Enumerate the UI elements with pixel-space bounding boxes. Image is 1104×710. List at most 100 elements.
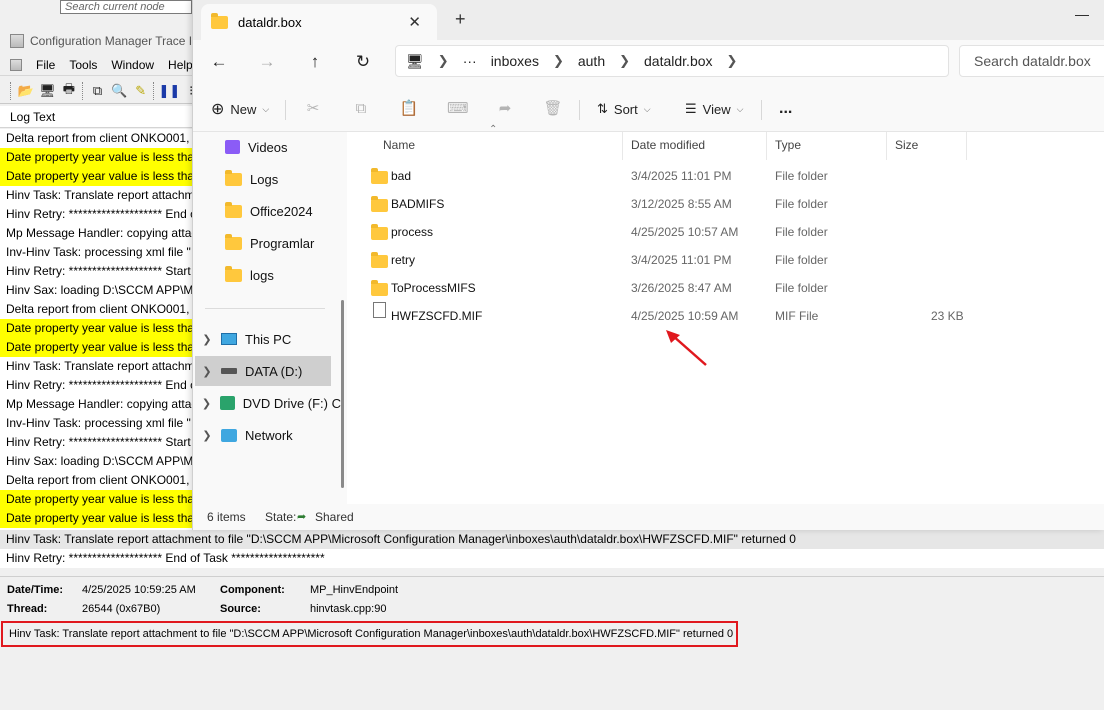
log-row-highlighted[interactable]: Date property year value is less thar bbox=[0, 490, 200, 509]
log-row[interactable]: Hinv Sax: loading D:\SCCM APP\Mi bbox=[0, 452, 200, 471]
log-row[interactable]: Hinv Sax: loading D:\SCCM APP\Mi bbox=[0, 281, 200, 300]
cut-icon[interactable]: ✂ bbox=[303, 99, 323, 119]
app-icon bbox=[10, 34, 24, 48]
refresh-icon[interactable]: ↻ bbox=[351, 50, 375, 74]
breadcrumb-inboxes[interactable]: inboxes bbox=[491, 53, 539, 69]
minimize-icon[interactable]: — bbox=[1075, 6, 1089, 22]
more-options-button[interactable]: ... bbox=[779, 98, 792, 120]
log-row[interactable]: Hinv Retry: ******************** Start bbox=[0, 262, 200, 281]
nav-scrollbar[interactable] bbox=[341, 300, 344, 488]
log-row[interactable]: Mp Message Handler: copying attac bbox=[0, 224, 200, 243]
log-row[interactable]: Inv-Hinv Task: processing xml file " bbox=[0, 243, 200, 262]
forward-icon[interactable]: → bbox=[255, 50, 279, 74]
menu-file[interactable]: File bbox=[36, 58, 55, 72]
network-icon bbox=[221, 428, 237, 442]
column-header-type[interactable]: Type bbox=[767, 132, 887, 160]
file-row-bad[interactable]: bad 3/4/2025 11:01 PM File folder bbox=[355, 162, 1095, 190]
view-button[interactable]: ☰ View ⌵ bbox=[685, 98, 743, 120]
search-node-input[interactable]: Search current node bbox=[60, 0, 192, 14]
toolbar-divider-2 bbox=[153, 81, 156, 100]
copy-icon[interactable]: ⧉ bbox=[351, 99, 371, 119]
nav-item-office2024[interactable]: Office2024 bbox=[225, 196, 313, 226]
open-remote-icon[interactable]: 🖥 bbox=[39, 82, 57, 100]
chevron-right-icon: ❯ bbox=[619, 53, 631, 68]
thread-label: Thread: bbox=[7, 603, 48, 615]
delete-icon[interactable]: 🗑 bbox=[543, 99, 563, 119]
view-label: View bbox=[702, 101, 731, 117]
file-row-retry[interactable]: retry 3/4/2025 11:01 PM File folder bbox=[355, 246, 1095, 274]
copy-icon[interactable]: ⧉ bbox=[89, 82, 107, 100]
highlight-icon[interactable]: ✎ bbox=[132, 82, 150, 100]
log-row[interactable]: Hinv Task: Translate report attachm bbox=[0, 186, 200, 205]
log-row[interactable]: Delta report from client ONKO001, a bbox=[0, 300, 200, 319]
find-icon[interactable]: 🔍 bbox=[110, 82, 128, 100]
nav-item-programlar[interactable]: Programlar bbox=[225, 228, 314, 258]
chevron-right-icon[interactable]: ❯ bbox=[201, 397, 212, 410]
breadcrumb-dataldr[interactable]: dataldr.box bbox=[644, 53, 713, 69]
sort-button[interactable]: ⇅ Sort ⌵ bbox=[597, 98, 651, 120]
file-row-process[interactable]: process 4/25/2025 10:57 AM File folder bbox=[355, 218, 1095, 246]
chevron-right-icon[interactable]: ❯ bbox=[201, 333, 213, 346]
menu-tools[interactable]: Tools bbox=[69, 58, 97, 72]
column-header-name[interactable]: Name bbox=[375, 132, 623, 160]
nav-item-videos[interactable]: Videos 📌 bbox=[225, 132, 363, 162]
log-message-detail: Hinv Task: Translate report attachment t… bbox=[1, 621, 738, 647]
nav-item-logs-lower[interactable]: logs bbox=[225, 260, 274, 290]
pause-icon[interactable]: ❚❚ bbox=[159, 82, 181, 100]
command-divider bbox=[285, 100, 286, 120]
folder-icon bbox=[371, 168, 388, 184]
log-row-highlighted[interactable]: Date property year value is less thar bbox=[0, 167, 200, 186]
nav-item-network[interactable]: ❯ Network bbox=[201, 420, 331, 450]
open-folder-icon[interactable]: 📂 bbox=[17, 82, 35, 100]
paste-icon[interactable]: 📋 bbox=[399, 99, 419, 119]
chevron-right-icon[interactable]: ❯ bbox=[727, 53, 738, 69]
chevron-right-icon[interactable]: ❯ bbox=[201, 365, 213, 378]
file-row-hwfzscfd-mif[interactable]: HWFZSCFD.MIF 4/25/2025 10:59 AM MIF File 23… bbox=[355, 302, 1095, 330]
new-button[interactable]: ⊕ New ⌵ bbox=[211, 98, 269, 120]
address-bar[interactable]: 🖥 ❯ ··· inboxes ❯ auth ❯ dataldr.box ❯ bbox=[395, 45, 949, 77]
share-icon[interactable]: ➦ bbox=[495, 99, 515, 119]
breadcrumb-auth[interactable]: auth bbox=[578, 53, 605, 69]
column-header-date[interactable]: Date modified bbox=[623, 132, 767, 160]
print-icon[interactable]: 🖶 bbox=[60, 81, 78, 100]
nav-label: Office2024 bbox=[250, 203, 313, 219]
log-row[interactable]: Mp Message Handler: copying attac bbox=[0, 395, 200, 414]
nav-item-data-d[interactable]: ❯ DATA (D:) bbox=[195, 356, 331, 386]
log-row[interactable]: Delta report from client ONKO001, a bbox=[0, 471, 200, 490]
log-row[interactable]: Hinv Retry: ******************** End c bbox=[0, 205, 200, 224]
log-row-highlighted[interactable]: Date property year value is less thar bbox=[0, 148, 200, 167]
nav-item-dvd-drive[interactable]: ❯ DVD Drive (F:) C bbox=[201, 388, 341, 418]
log-row[interactable]: Delta report from client ONKO001, a bbox=[0, 129, 200, 148]
search-input[interactable]: Search dataldr.box bbox=[959, 45, 1104, 77]
log-row[interactable]: Hinv Retry: ******************** End c bbox=[0, 376, 200, 395]
menu-help[interactable]: Help bbox=[168, 58, 193, 72]
log-text-column-header[interactable]: Log Text bbox=[0, 106, 200, 128]
log-row-highlighted[interactable]: Date property year value is less thar bbox=[0, 509, 200, 528]
log-row[interactable]: Hinv Retry: ******************** End of … bbox=[0, 549, 1104, 568]
chevron-right-icon[interactable]: ❯ bbox=[201, 429, 213, 442]
log-list[interactable]: Delta report from client ONKO001, a Date … bbox=[0, 129, 200, 530]
log-row-highlighted[interactable]: Date property year value is less thar bbox=[0, 338, 200, 357]
file-row-toprocessmifs[interactable]: ToProcessMIFS 3/26/2025 8:47 AM File folde… bbox=[355, 274, 1095, 302]
new-tab-icon[interactable]: + bbox=[455, 9, 466, 30]
log-row[interactable]: Hinv Retry: ******************** Start bbox=[0, 433, 200, 452]
close-tab-icon[interactable]: ✕ bbox=[408, 13, 421, 31]
column-header-size[interactable]: Size bbox=[887, 132, 967, 160]
nav-item-this-pc[interactable]: ❯ This PC bbox=[201, 324, 331, 354]
menu-window[interactable]: Window bbox=[111, 58, 154, 72]
nav-item-logs[interactable]: Logs bbox=[225, 164, 278, 194]
back-icon[interactable]: ← bbox=[207, 50, 231, 74]
file-row-badmifs[interactable]: BADMIFS 3/12/2025 8:55 AM File folder bbox=[355, 190, 1095, 218]
command-divider bbox=[579, 100, 580, 120]
view-icon: ☰ bbox=[685, 101, 697, 116]
folder-icon bbox=[211, 12, 228, 29]
folder-icon bbox=[371, 252, 388, 268]
log-row[interactable]: Hinv Task: Translate report attachm bbox=[0, 357, 200, 376]
log-row[interactable]: Inv-Hinv Task: processing xml file " bbox=[0, 414, 200, 433]
up-icon[interactable]: ↑ bbox=[303, 50, 327, 74]
log-row-selected[interactable]: Hinv Task: Translate report attachment t… bbox=[0, 530, 1104, 549]
log-row-highlighted[interactable]: Date property year value is less thar bbox=[0, 319, 200, 338]
more-crumbs-icon[interactable]: ··· bbox=[463, 53, 477, 69]
rename-icon[interactable]: ⌨ bbox=[447, 99, 469, 119]
tab-dataldr[interactable]: dataldr.box ✕ bbox=[201, 4, 437, 40]
